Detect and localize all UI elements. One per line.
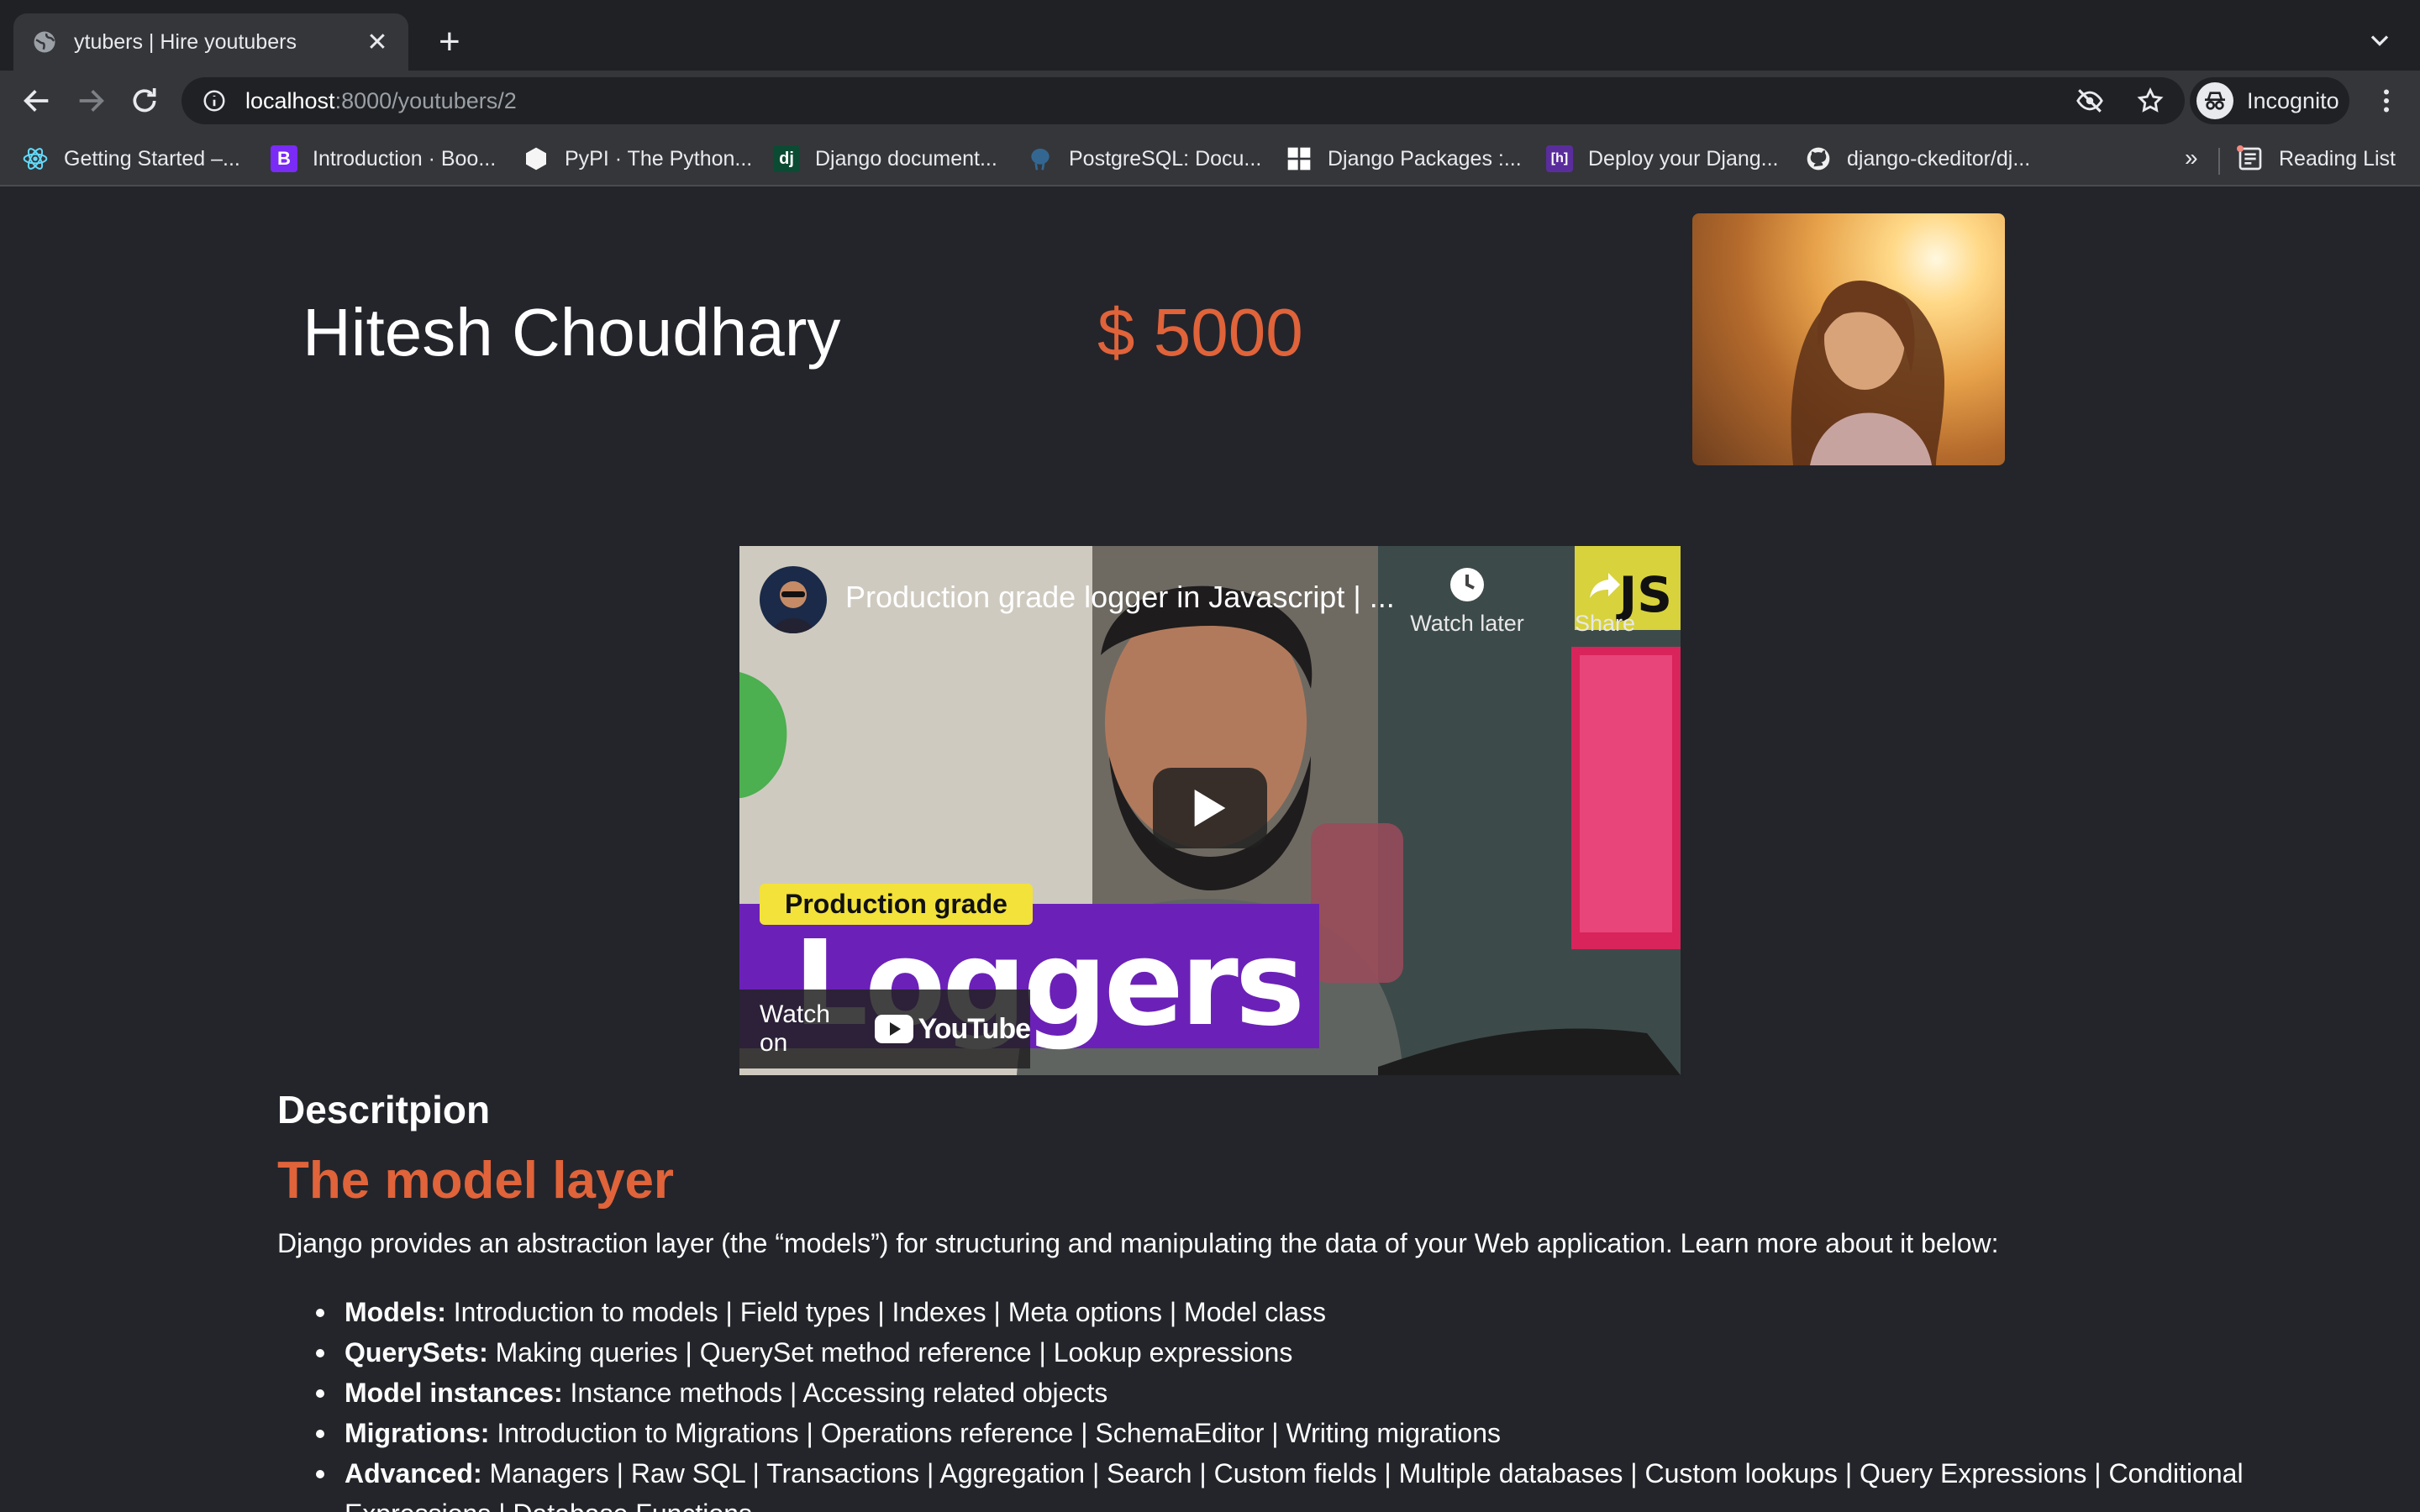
video-embed[interactable]: Production grade logger in Javascript | … (739, 546, 1681, 1075)
youtube-logo: YouTube (874, 1012, 1031, 1046)
star-icon[interactable] (2136, 87, 2165, 115)
list-item: QuerySets: Making queries | QuerySet met… (313, 1332, 2296, 1373)
youtuber-photo (1692, 213, 2005, 465)
bookmark-item[interactable]: django-ckeditor/dj... (1805, 143, 2030, 175)
bookmark-item[interactable]: PostgreSQL: Docu... (1027, 143, 1261, 175)
tab-strip: ytubers | Hire youtubers ✕ + (0, 0, 2420, 71)
clock-icon (1450, 568, 1484, 601)
watch-on-youtube-link[interactable]: Watch on YouTube (739, 990, 1031, 1068)
topics-list: Models: Introduction to models | Field t… (313, 1292, 2296, 1512)
new-tab-icon[interactable]: + (439, 20, 460, 64)
list-item-term: Advanced: (345, 1458, 482, 1488)
incognito-label: Incognito (2247, 87, 2339, 113)
watch-later-label: Watch later (1410, 611, 1524, 636)
list-item: Models: Introduction to models | Field t… (313, 1292, 2296, 1332)
reload-icon[interactable] (128, 84, 161, 118)
chevron-down-icon[interactable] (2365, 25, 2395, 55)
info-icon[interactable] (202, 88, 227, 113)
bookmark-label: Django Packages :... (1328, 146, 1522, 171)
youtube-wordmark: YouTube (918, 1012, 1031, 1045)
postgresql-icon (1027, 145, 1054, 172)
list-item-text: Instance methods | Accessing related obj… (562, 1378, 1108, 1408)
watch-on-label: Watch on (760, 1000, 830, 1057)
bookmark-label: django-ckeditor/dj... (1847, 146, 2031, 171)
incognito-profile-button[interactable]: Incognito (2190, 77, 2349, 124)
bookmark-item[interactable]: [h] Deploy your Djang... (1546, 143, 1779, 175)
divider (2218, 148, 2220, 175)
pypi-icon (523, 145, 550, 172)
browser-toolbar: localhost:8000/youtubers/2 Incognito (0, 71, 2420, 131)
list-item-text: Introduction to models | Field types | I… (445, 1297, 1326, 1327)
eye-slash-icon[interactable] (2075, 87, 2104, 115)
list-item-term: Migrations: (345, 1418, 490, 1448)
list-item-text: Making queries | QuerySet method referen… (487, 1337, 1293, 1368)
back-arrow-icon[interactable] (20, 84, 54, 118)
bookmark-item[interactable]: Django Packages :... (1286, 143, 1522, 175)
share-icon (1590, 573, 1620, 598)
list-item-text: Managers | Raw SQL | Transactions | Aggr… (345, 1458, 2244, 1512)
description-heading: Descritpion (277, 1088, 491, 1131)
portrait-image (1791, 281, 1944, 465)
play-button[interactable] (1153, 768, 1267, 848)
list-item: Advanced: Managers | Raw SQL | Transacti… (313, 1453, 2296, 1512)
bookmark-item[interactable]: PyPI · The Python... (523, 143, 752, 175)
play-icon (1194, 790, 1226, 827)
intro-paragraph: Django provides an abstraction layer (th… (277, 1228, 1999, 1258)
list-item-term: QuerySets: (345, 1337, 488, 1368)
list-item-term: Model instances: (345, 1378, 563, 1408)
github-icon (1805, 145, 1832, 172)
list-item: Model instances: Instance methods | Acce… (313, 1373, 2296, 1413)
bookmarks-bar: Getting Started –... B Introduction · Bo… (0, 131, 2420, 186)
share-label: Share (1574, 611, 1636, 636)
list-item-text: Introduction to Migrations | Operations … (489, 1418, 1501, 1448)
list-item-term: Models: (345, 1297, 446, 1327)
reading-list-icon (2237, 145, 2262, 171)
youtuber-name: Hitesh Choudhary (302, 295, 841, 370)
bookmark-item[interactable]: Getting Started –... (22, 143, 240, 175)
channel-avatar[interactable] (760, 566, 827, 633)
django-packages-icon (1286, 145, 1313, 172)
share-button[interactable]: Share (1571, 564, 1639, 637)
bookmark-label: Django document... (815, 146, 997, 171)
list-item: Migrations: Introduction to Migrations |… (313, 1413, 2296, 1453)
reading-list-button[interactable]: Reading List (2237, 143, 2396, 175)
kebab-menu-icon[interactable] (2371, 86, 2402, 116)
globe-icon (34, 31, 55, 53)
tab-title: ytubers | Hire youtubers (74, 29, 297, 54)
close-tab-icon[interactable]: ✕ (365, 28, 390, 57)
address-bar[interactable]: localhost:8000/youtubers/2 (182, 77, 2185, 124)
youtube-play-icon (874, 1015, 913, 1043)
bookmark-item[interactable]: B Introduction · Boo... (271, 143, 496, 175)
youtuber-price: $ 5000 (1097, 295, 1303, 370)
incognito-icon (2196, 82, 2233, 119)
django-icon: dj (773, 145, 800, 172)
forward-arrow-icon[interactable] (74, 84, 108, 118)
bookmark-label: PyPI · The Python... (565, 146, 753, 171)
bookmark-item[interactable]: dj Django document... (773, 143, 997, 175)
bookmark-label: Getting Started –... (64, 146, 240, 171)
video-title[interactable]: Production grade logger in Javascript | … (845, 580, 1395, 615)
react-icon (22, 145, 49, 172)
bookmark-label: Deploy your Djang... (1588, 146, 1779, 171)
heroku-icon: [h] (1546, 145, 1573, 172)
watch-later-button[interactable]: Watch later (1408, 564, 1526, 637)
bookmarks-overflow-button[interactable]: » (2185, 144, 2198, 171)
url-text: localhost:8000/youtubers/2 (245, 87, 517, 113)
bootstrap-icon: B (271, 145, 297, 172)
bookmark-label: Introduction · Boo... (313, 146, 497, 171)
browser-tab[interactable]: ytubers | Hire youtubers ✕ (13, 13, 408, 71)
bookmark-label: PostgreSQL: Docu... (1069, 146, 1262, 171)
model-layer-heading: The model layer (277, 1152, 675, 1210)
reading-list-label: Reading List (2279, 146, 2396, 171)
